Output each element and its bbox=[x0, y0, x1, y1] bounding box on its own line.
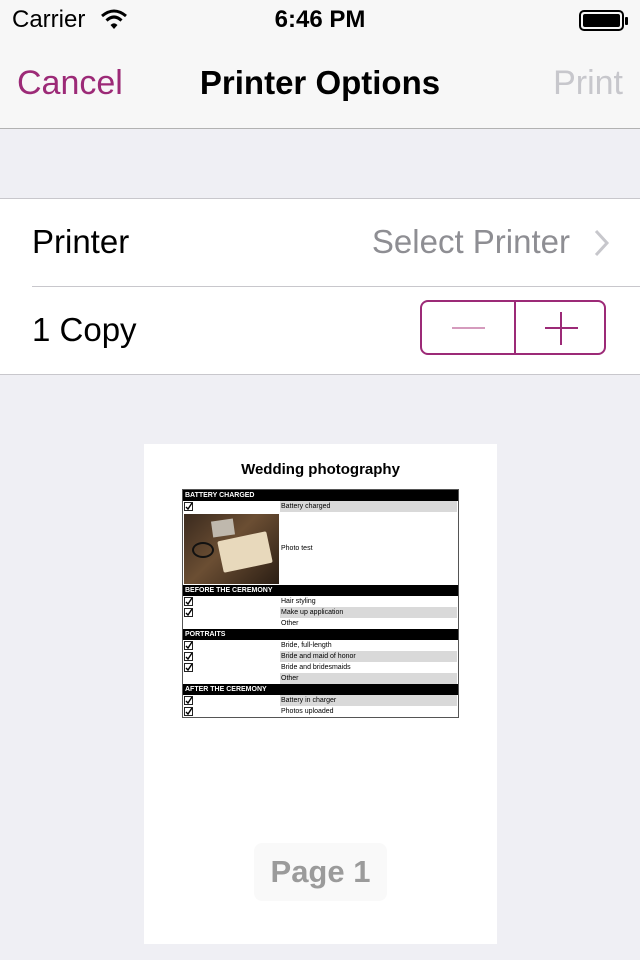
photo-thumbnail bbox=[184, 514, 279, 584]
checklist-row: Battery charged bbox=[183, 501, 458, 512]
item-label: Photo test bbox=[281, 545, 313, 552]
chevron-right-icon bbox=[594, 229, 610, 262]
checklist-table: BATTERY CHARGED Battery charged Photo te… bbox=[182, 489, 459, 718]
item-label: Other bbox=[281, 620, 299, 627]
checkbox-icon bbox=[184, 502, 193, 511]
item-label: Bride and bridesmaids bbox=[281, 664, 351, 671]
copies-stepper bbox=[420, 300, 606, 355]
item-label: Battery in charger bbox=[280, 695, 457, 706]
checklist-row: Bride and maid of honor bbox=[183, 651, 458, 662]
checkbox-icon bbox=[184, 641, 193, 650]
checklist-row: Make up application bbox=[183, 607, 458, 618]
decrement-button[interactable] bbox=[422, 302, 514, 353]
checklist-row: Other bbox=[183, 673, 458, 684]
item-label: Photos uploaded bbox=[281, 708, 334, 715]
checkbox-icon bbox=[184, 707, 193, 716]
status-bar: Carrier 6:46 PM bbox=[0, 0, 640, 40]
item-label: Bride, full-length bbox=[281, 642, 332, 649]
copies-label: 1 Copy bbox=[32, 311, 137, 348]
item-label: Bride and maid of honor bbox=[280, 651, 457, 662]
checklist-row: Battery in charger bbox=[183, 695, 458, 706]
select-printer-value: Select Printer bbox=[371, 223, 570, 260]
checkbox-icon bbox=[184, 652, 193, 661]
printer-label: Printer bbox=[32, 223, 130, 260]
status-time: 6:46 PM bbox=[274, 6, 366, 33]
page-title: Printer Options bbox=[199, 64, 441, 101]
section-header: AFTER THE CEREMONY bbox=[183, 684, 458, 695]
photo-row: Photo test bbox=[183, 512, 458, 585]
printer-row[interactable]: Printer Select Printer bbox=[0, 199, 640, 287]
item-label: Battery charged bbox=[280, 501, 457, 512]
checklist-row: Photos uploaded bbox=[183, 706, 458, 717]
checkbox-icon bbox=[184, 597, 193, 606]
document-title: Wedding photography bbox=[241, 461, 400, 478]
increment-button[interactable] bbox=[516, 302, 604, 353]
item-label: Other bbox=[280, 673, 457, 684]
battery-icon bbox=[579, 10, 629, 37]
page-number-label: Page 1 bbox=[254, 843, 387, 901]
printer-options-group: Printer Select Printer 1 Copy bbox=[0, 198, 640, 375]
navigation-bar: Cancel Printer Options Print bbox=[0, 40, 640, 129]
item-label: Hair styling bbox=[281, 598, 316, 605]
checkbox-icon bbox=[184, 608, 193, 617]
print-button[interactable]: Print bbox=[553, 64, 623, 103]
item-label: Make up application bbox=[280, 607, 457, 618]
section-header: BEFORE THE CEREMONY bbox=[183, 585, 458, 596]
checklist-row: Other bbox=[183, 618, 458, 629]
copies-row: 1 Copy bbox=[0, 287, 640, 374]
checklist-row: Bride, full-length bbox=[183, 640, 458, 651]
minus-icon bbox=[452, 327, 485, 329]
checklist-row: Hair styling bbox=[183, 596, 458, 607]
checkbox-icon bbox=[184, 696, 193, 705]
checklist-row: Bride and bridesmaids bbox=[183, 662, 458, 673]
section-header: BATTERY CHARGED bbox=[183, 490, 458, 501]
section-header: PORTRAITS bbox=[183, 629, 458, 640]
checkbox-icon bbox=[184, 663, 193, 672]
